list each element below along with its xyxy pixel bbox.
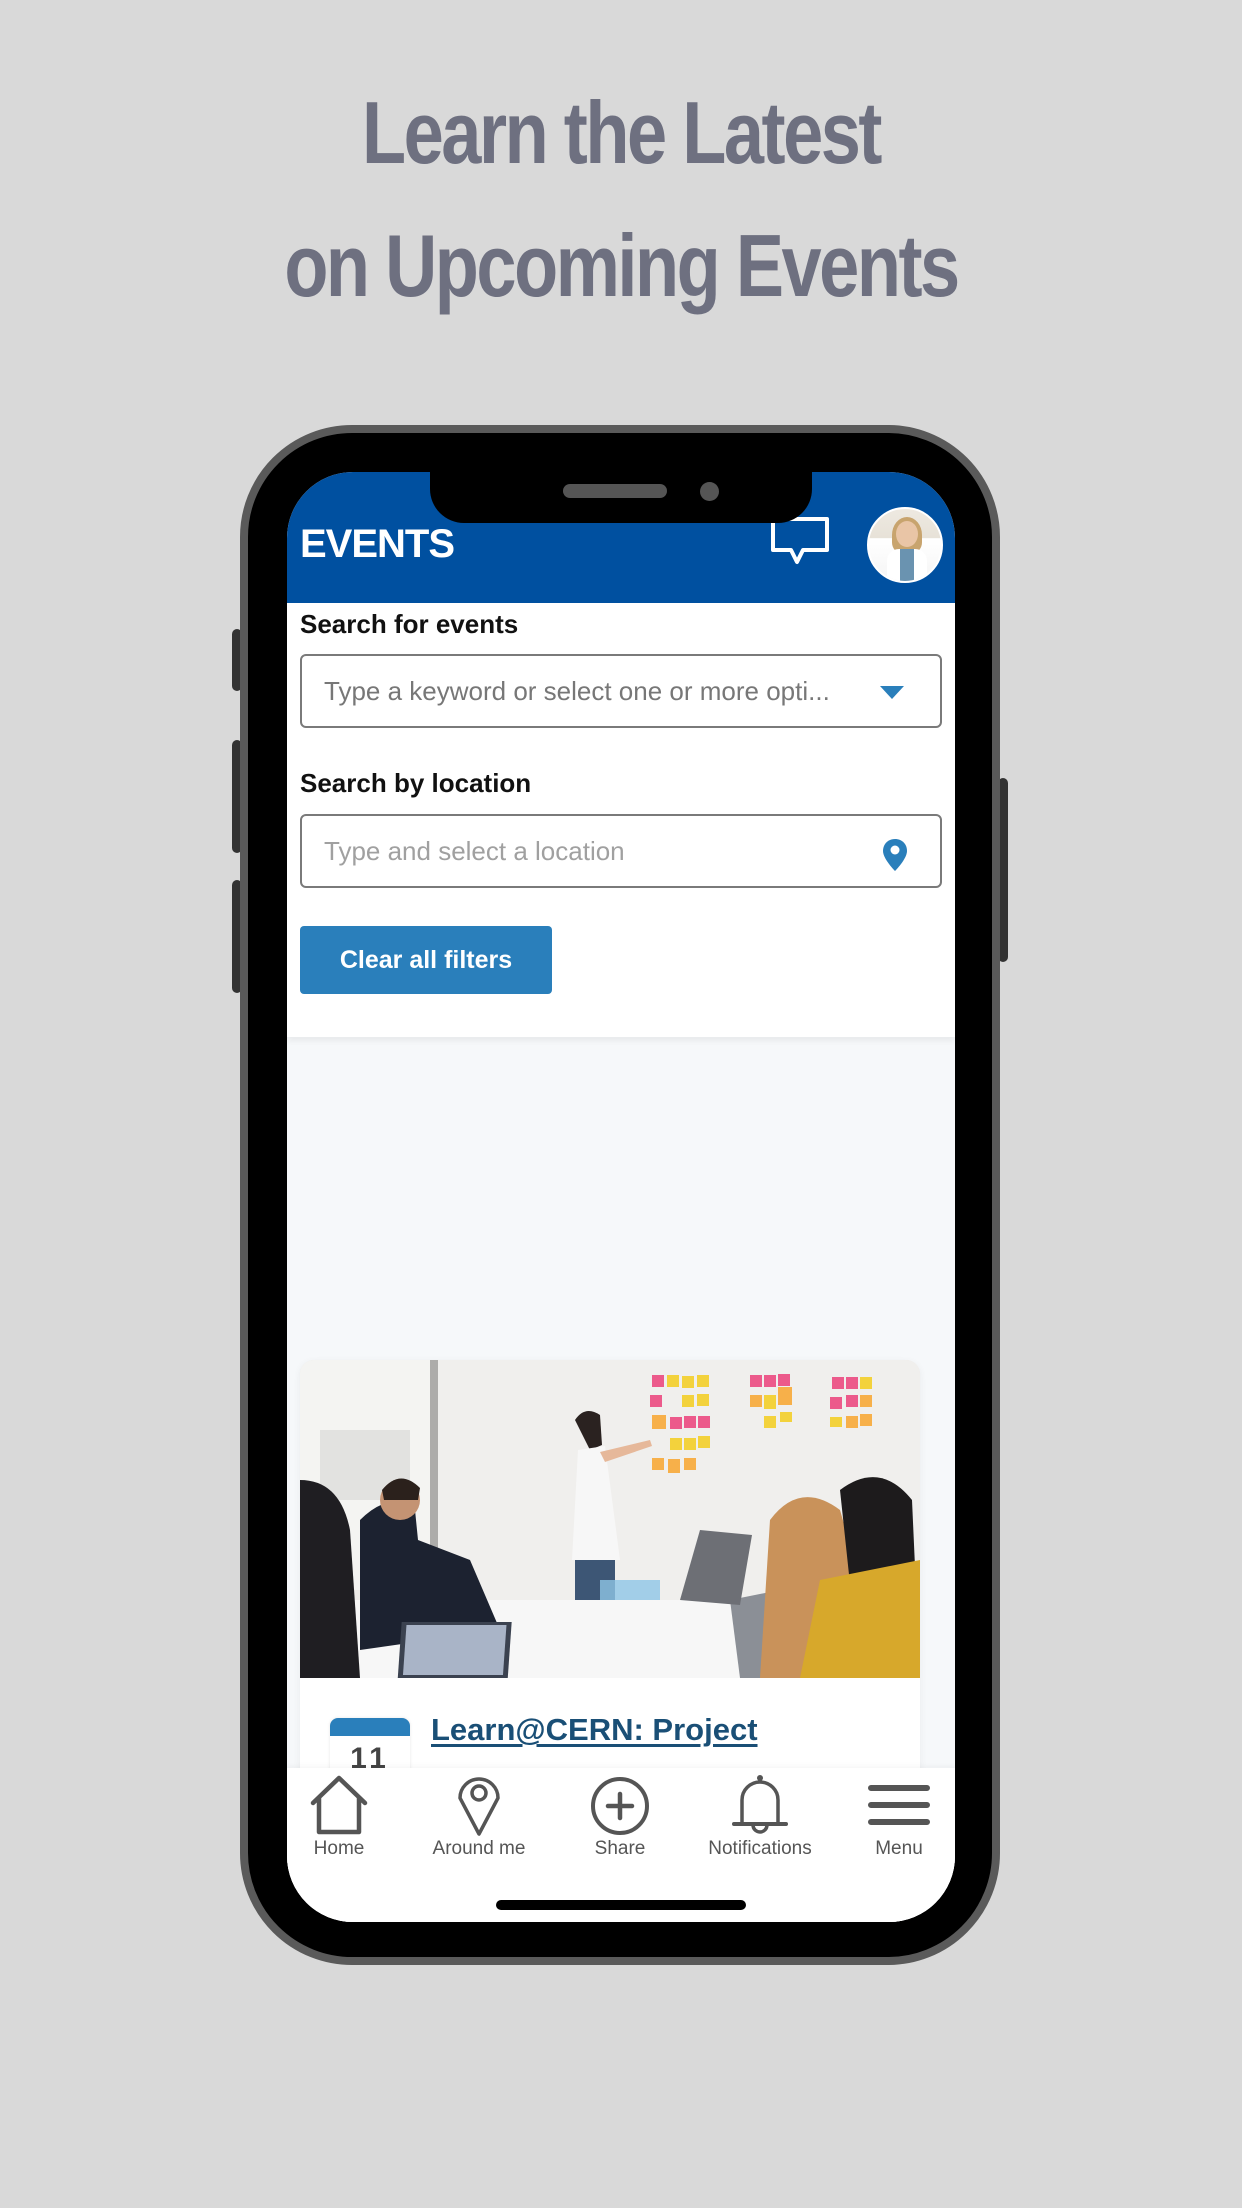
bottom-navigation: Home Around me Share Notifications Menu	[287, 1768, 955, 1922]
location-pin-icon[interactable]	[882, 838, 908, 872]
user-avatar[interactable]	[867, 507, 943, 583]
dropdown-arrow-icon[interactable]	[880, 686, 904, 699]
nav-home[interactable]: Home	[287, 1768, 405, 1860]
event-card[interactable]: 11 Learn@CERN: Project	[300, 1360, 920, 1800]
phone-notch	[430, 472, 812, 523]
nav-around-me-label: Around me	[432, 1838, 526, 1859]
search-panel: Search for events Type a keyword or sele…	[287, 603, 955, 1037]
search-events-input[interactable]: Type a keyword or select one or more opt…	[300, 654, 942, 728]
phone-screen: EVENTS Search for events Type a keyword …	[287, 472, 955, 1922]
clear-all-filters-button[interactable]: Clear all filters	[300, 926, 552, 994]
map-pin-icon	[458, 1777, 500, 1836]
front-camera	[700, 482, 719, 501]
event-title-link[interactable]: Learn@CERN: Project	[431, 1712, 758, 1748]
search-events-placeholder: Type a keyword or select one or more opt…	[324, 675, 830, 706]
search-location-placeholder: Type and select a location	[324, 835, 625, 866]
nav-around-me[interactable]: Around me	[413, 1768, 545, 1860]
search-location-label: Search by location	[300, 768, 532, 798]
search-location-input[interactable]: Type and select a location	[300, 814, 942, 888]
app-title: EVENTS	[300, 522, 455, 566]
promo-headline-line1: Learn the Latest	[361, 83, 882, 182]
nav-menu-label: Menu	[875, 1838, 923, 1859]
nav-share-label: Share	[594, 1838, 646, 1859]
avatar-face	[896, 521, 918, 547]
hamburger-menu-icon	[868, 1785, 930, 1825]
nav-menu[interactable]: Menu	[833, 1768, 955, 1860]
plus-circle-icon	[591, 1777, 649, 1835]
chat-bubble-icon[interactable]	[769, 516, 831, 568]
avatar-shirt	[900, 549, 914, 581]
nav-home-label: Home	[313, 1838, 365, 1859]
calendar-header	[330, 1718, 410, 1736]
bell-icon	[732, 1775, 788, 1834]
nav-notifications-label: Notifications	[708, 1838, 812, 1859]
event-photo[interactable]	[300, 1360, 920, 1678]
promo-headline-line2: on Upcoming Events	[284, 216, 960, 315]
speaker-grille	[563, 484, 667, 498]
home-icon	[310, 1775, 368, 1835]
search-events-label: Search for events	[300, 609, 519, 639]
home-indicator[interactable]	[496, 1900, 746, 1910]
nav-notifications[interactable]: Notifications	[694, 1768, 826, 1860]
nav-share[interactable]: Share	[554, 1768, 686, 1860]
